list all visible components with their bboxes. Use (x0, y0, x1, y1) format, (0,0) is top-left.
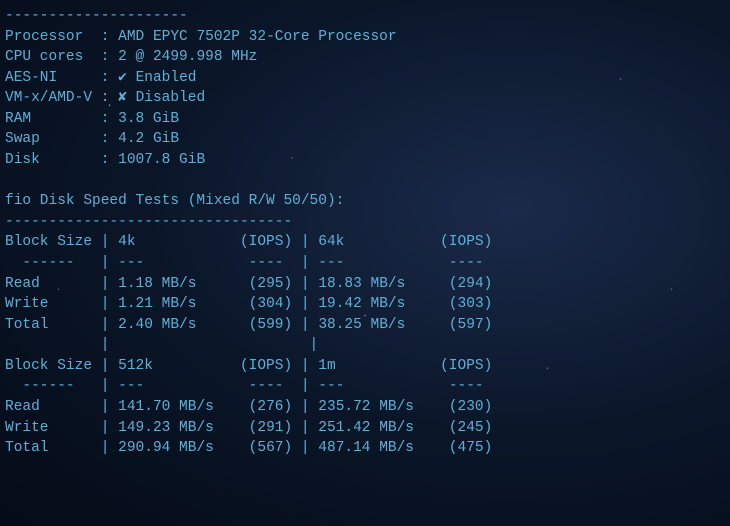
vmx-label: VM-x/AMD-V (5, 90, 92, 106)
write-512k: 149.23 MB/s (118, 420, 214, 436)
col-1m: 1m (318, 358, 335, 374)
read-4k-iops: (295) (249, 276, 293, 292)
col-512k: 512k (118, 358, 153, 374)
separator-line: --------------------- (5, 8, 188, 24)
fio-separator: --------------------------------- (5, 214, 292, 230)
block-size-header: Block Size (5, 234, 92, 250)
disk-value: 1007.8 GiB (118, 152, 205, 168)
write-1m-iops: (245) (449, 420, 493, 436)
total-1m: 487.14 MB/s (318, 440, 414, 456)
read-4k: 1.18 MB/s (118, 276, 196, 292)
read-64k: 18.83 MB/s (318, 276, 405, 292)
cross-icon: ✘ (118, 90, 135, 106)
write-label: Write (5, 296, 49, 312)
write-64k-iops: (303) (449, 296, 493, 312)
terminal-output: --------------------- Processor : AMD EP… (5, 6, 725, 459)
processor-label: Processor (5, 29, 83, 45)
write-1m: 251.42 MB/s (318, 420, 414, 436)
total-512k: 290.94 MB/s (118, 440, 214, 456)
total-label: Total (5, 317, 49, 333)
read-label: Read (5, 276, 40, 292)
total-4k: 2.40 MB/s (118, 317, 196, 333)
write-512k-iops: (291) (249, 420, 293, 436)
iops-header: (IOPS) (240, 358, 292, 374)
iops-header: (IOPS) (440, 234, 492, 250)
total-label: Total (5, 440, 49, 456)
total-1m-iops: (475) (449, 440, 493, 456)
cpu-cores-label: CPU cores (5, 49, 83, 65)
write-label: Write (5, 420, 49, 436)
cpu-cores-value: 2 @ 2499.998 MHz (118, 49, 257, 65)
iops-header: (IOPS) (440, 358, 492, 374)
swap-label: Swap (5, 131, 40, 147)
block-size-header: Block Size (5, 358, 92, 374)
ram-label: RAM (5, 111, 31, 127)
write-4k: 1.21 MB/s (118, 296, 196, 312)
iops-header: (IOPS) (240, 234, 292, 250)
aes-ni-label: AES-NI (5, 70, 57, 86)
total-4k-iops: (599) (249, 317, 293, 333)
fio-title: fio Disk Speed Tests (Mixed R/W 50/50): (5, 193, 344, 209)
aes-ni-value: Enabled (136, 70, 197, 86)
total-64k: 38.25 MB/s (318, 317, 405, 333)
read-512k-iops: (276) (249, 399, 293, 415)
write-4k-iops: (304) (249, 296, 293, 312)
read-1m: 235.72 MB/s (318, 399, 414, 415)
processor-value: AMD EPYC 7502P 32-Core Processor (118, 29, 396, 45)
ram-value: 3.8 GiB (118, 111, 179, 127)
read-1m-iops: (230) (449, 399, 493, 415)
read-label: Read (5, 399, 40, 415)
read-64k-iops: (294) (449, 276, 493, 292)
col-64k: 64k (318, 234, 344, 250)
vmx-value: Disabled (136, 90, 206, 106)
total-512k-iops: (567) (249, 440, 293, 456)
disk-label: Disk (5, 152, 40, 168)
total-64k-iops: (597) (449, 317, 493, 333)
check-icon: ✔ (118, 70, 135, 86)
write-64k: 19.42 MB/s (318, 296, 405, 312)
read-512k: 141.70 MB/s (118, 399, 214, 415)
swap-value: 4.2 GiB (118, 131, 179, 147)
col-4k: 4k (118, 234, 135, 250)
